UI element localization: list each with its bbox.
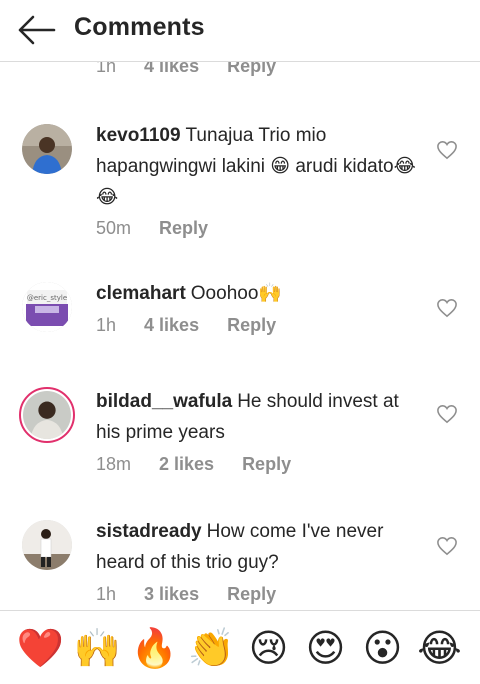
comment-body: bildad__wafula He should invest at his pr… (96, 386, 426, 448)
raised-hands-emoji[interactable]: 🙌 (72, 626, 124, 670)
comment-body: clemahart Ooohoo🙌 (96, 278, 426, 309)
page-title: Comments (74, 13, 205, 41)
heart-icon[interactable] (436, 140, 458, 160)
fire-emoji[interactable]: 🔥 (129, 626, 181, 670)
back-button[interactable] (16, 12, 56, 48)
comment-likes[interactable]: 2 likes (159, 454, 214, 475)
comment-meta: 1h 4 likes Reply (96, 315, 304, 336)
avatar[interactable]: @eric_style (22, 282, 72, 332)
comment-body: sistadready How come I've never heard of … (96, 516, 426, 578)
emoji-reaction-bar: ❤️ 🙌 🔥 👏 😢 😍 😮 😂 (0, 610, 480, 684)
comment-text: Ooohoo🙌 (190, 283, 283, 304)
heart-icon[interactable] (436, 404, 458, 424)
heart-icon[interactable] (436, 536, 458, 556)
comment-username[interactable]: bildad__wafula (96, 391, 232, 412)
reply-button[interactable]: Reply (159, 218, 208, 239)
comment-time: 1h (96, 62, 117, 76)
reply-button[interactable]: Reply (227, 584, 276, 605)
reply-button[interactable]: Reply (227, 315, 276, 336)
comment-time: 1h (96, 584, 117, 604)
avatar[interactable] (22, 520, 72, 570)
tears-of-joy-emoji[interactable]: 😂 (414, 626, 466, 670)
surprised-face-emoji[interactable]: 😮 (357, 626, 409, 670)
heart-icon[interactable] (436, 298, 458, 318)
comment-username[interactable]: kevo1109 (96, 125, 181, 146)
comments-list[interactable]: 1h 4 likes Reply kevo1109 Tunajua Trio mi… (0, 62, 480, 610)
heart-emoji[interactable]: ❤️ (15, 626, 67, 670)
crying-face-emoji[interactable]: 😢 (243, 626, 295, 670)
comment-time: 50m (96, 218, 132, 238)
clapping-hands-emoji[interactable]: 👏 (186, 626, 238, 670)
comment-likes[interactable]: 4 likes (144, 62, 199, 77)
svg-text:@eric_style: @eric_style (27, 294, 67, 302)
partial-comment-meta: 1h 4 likes Reply (96, 62, 304, 77)
comment-meta: 50m Reply (96, 218, 236, 239)
heart-eyes-emoji[interactable]: 😍 (300, 626, 352, 670)
reply-button[interactable]: Reply (227, 62, 276, 77)
comment-likes[interactable]: 4 likes (144, 315, 199, 336)
comment-meta: 1h 3 likes Reply (96, 584, 304, 605)
comment-username[interactable]: clemahart (96, 283, 186, 304)
reply-button[interactable]: Reply (242, 454, 291, 475)
avatar[interactable] (19, 387, 75, 443)
comment-meta: 18m 2 likes Reply (96, 454, 319, 475)
header-bar: Comments (0, 0, 480, 62)
avatar[interactable] (22, 124, 72, 174)
comment-likes[interactable]: 3 likes (144, 584, 199, 605)
comment-username[interactable]: sistadready (96, 521, 202, 542)
comment-time: 18m (96, 454, 132, 474)
arrow-left-icon (18, 15, 56, 45)
comment-body: kevo1109 Tunajua Trio mio hapangwingwi la… (96, 120, 426, 213)
comment-time: 1h (96, 315, 117, 335)
